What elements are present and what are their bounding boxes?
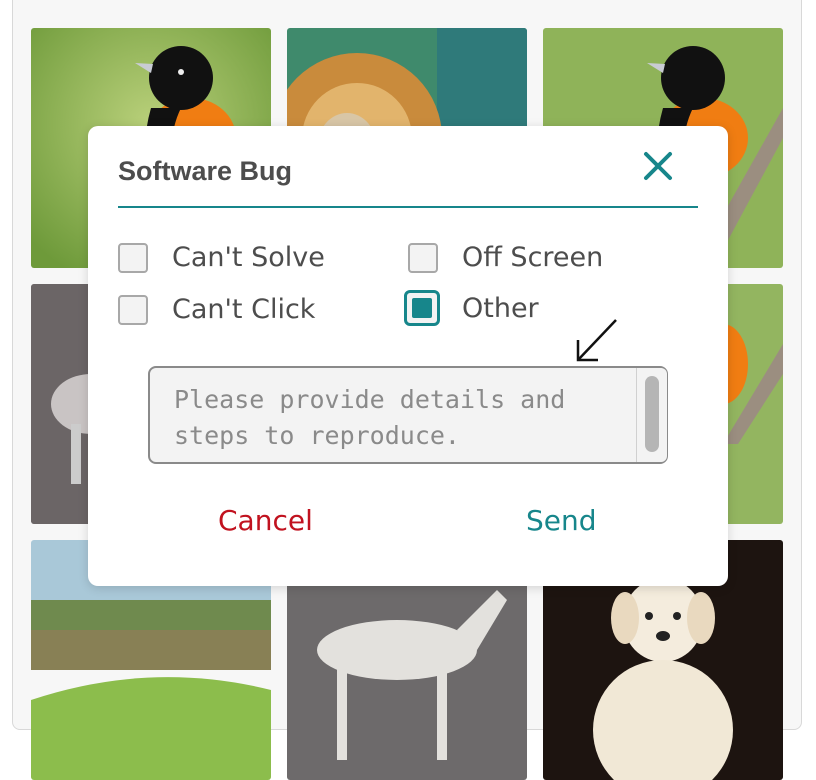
option-off-screen[interactable]: Off Screen — [408, 242, 603, 273]
cant-solve-checkbox[interactable] — [118, 242, 148, 273]
option-cant-click[interactable]: Can't Click — [118, 294, 315, 325]
arrow-pointer-icon — [576, 319, 617, 362]
title-divider — [118, 206, 698, 208]
other-label: Other — [462, 292, 539, 324]
close-icon — [644, 152, 672, 180]
cant-click-label: Can't Click — [172, 294, 316, 325]
send-button[interactable]: Send — [526, 504, 597, 537]
details-scrollbar[interactable] — [636, 368, 667, 462]
other-checkbox[interactable] — [404, 290, 440, 326]
option-other[interactable]: Other — [404, 290, 539, 326]
details-textarea[interactable] — [148, 366, 668, 464]
off-screen-label: Off Screen — [462, 242, 604, 273]
off-screen-checkbox[interactable] — [408, 242, 438, 273]
close-button[interactable] — [640, 148, 676, 184]
cant-click-checkbox[interactable] — [118, 294, 148, 325]
scrollbar-thumb[interactable] — [645, 376, 659, 452]
dialog-title: Software Bug — [118, 156, 293, 186]
cancel-button[interactable]: Cancel — [218, 504, 313, 537]
cant-solve-label: Can't Solve — [172, 242, 325, 273]
bug-report-dialog: Software Bug Can't Solve Off Screen Can'… — [88, 126, 728, 586]
option-cant-solve[interactable]: Can't Solve — [118, 242, 325, 273]
